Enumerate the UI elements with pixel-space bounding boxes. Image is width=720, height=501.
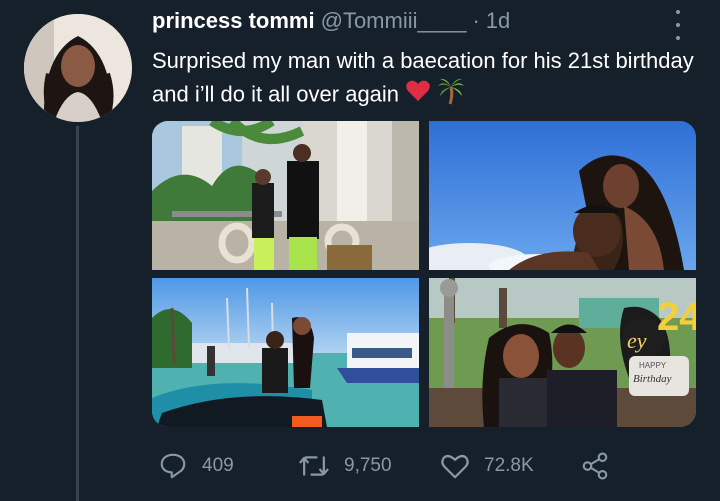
- tweet-text: Surprised my man with a baecation for hi…: [152, 44, 712, 114]
- user-handle[interactable]: @Tommiii____: [321, 8, 467, 34]
- like-count: 72.8K: [484, 455, 534, 476]
- reply-count: 409: [202, 455, 234, 476]
- sign-line1: HAPPY: [639, 361, 667, 370]
- balloon-number: 24: [657, 295, 696, 339]
- more-options-icon[interactable]: [672, 10, 684, 40]
- palm-tree-emoji-icon: [437, 77, 465, 114]
- avatar[interactable]: [24, 14, 132, 122]
- sign-line2: Birthday: [633, 373, 672, 385]
- like-button[interactable]: 72.8K: [440, 446, 534, 486]
- media-grid: ey 24 HAPPY Birthday: [152, 121, 696, 427]
- photo-hotel-entrance[interactable]: [152, 121, 419, 270]
- balloon-text: ey: [627, 328, 647, 353]
- avatar-image: [24, 14, 132, 122]
- share-icon: [582, 452, 608, 480]
- retweet-icon: [299, 456, 329, 476]
- retweet-count: 9,750: [344, 455, 392, 476]
- heart-icon: [441, 454, 469, 479]
- photo-jetski-marina[interactable]: [152, 278, 419, 427]
- timestamp[interactable]: 1d: [486, 8, 510, 34]
- retweet-button[interactable]: 9,750: [298, 446, 392, 486]
- heart-emoji-icon: [405, 79, 431, 112]
- action-bar: 409 9,750 72.8K: [152, 446, 692, 486]
- photo-birthday-kiss[interactable]: ey 24 HAPPY Birthday: [429, 278, 696, 427]
- share-button[interactable]: [580, 446, 610, 486]
- reply-button[interactable]: 409: [158, 446, 234, 486]
- display-name[interactable]: princess tommi: [152, 8, 315, 34]
- separator: ·: [472, 8, 480, 33]
- reply-icon: [160, 453, 186, 479]
- thread-line: [76, 126, 79, 501]
- tweet-header: princess tommi @Tommiii____ · 1d: [152, 8, 680, 42]
- photo-sky-couple[interactable]: [429, 121, 696, 270]
